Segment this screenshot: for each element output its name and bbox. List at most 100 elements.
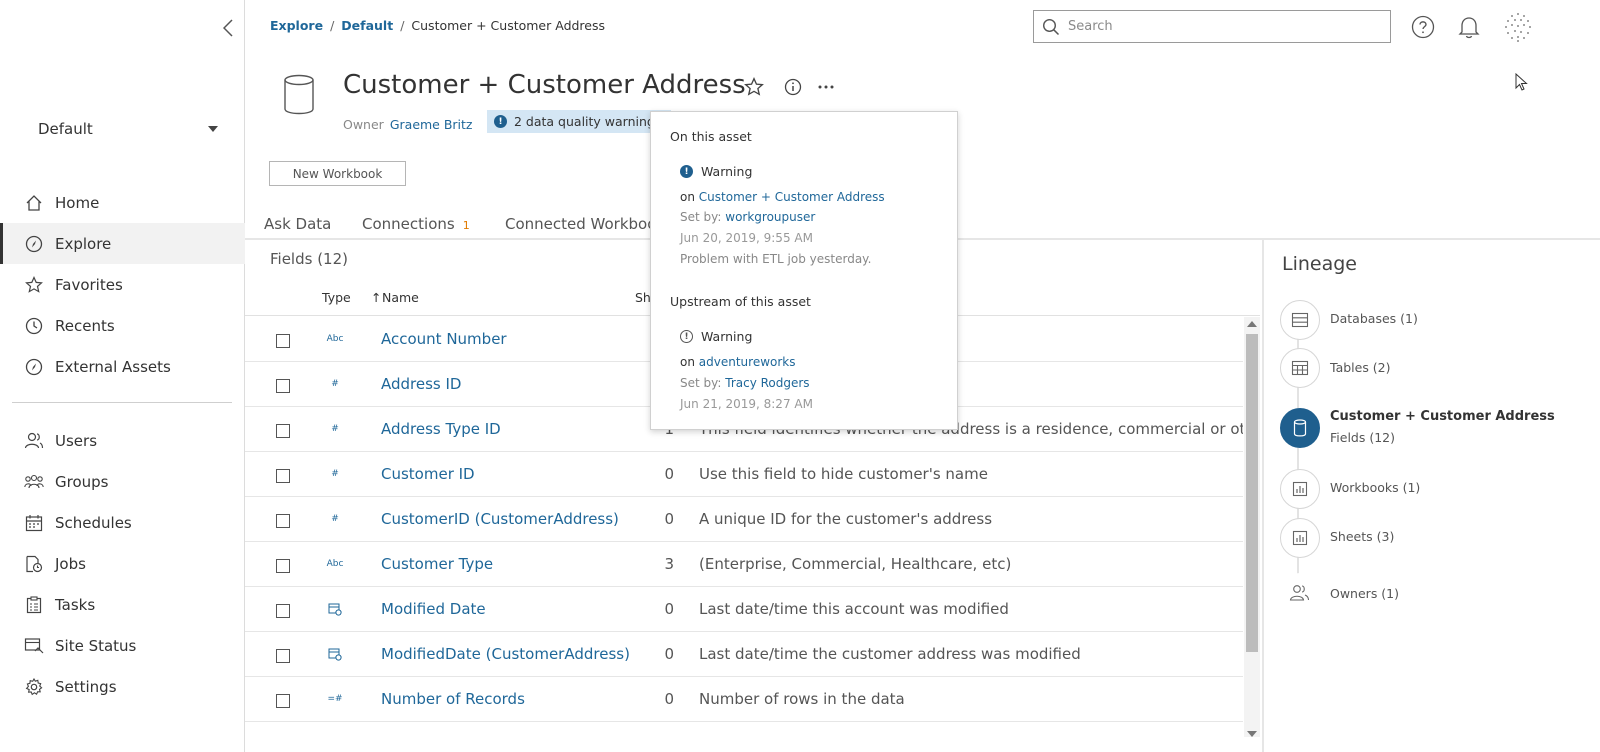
- popover-section-upstream: Upstream of this asset: [670, 294, 811, 309]
- nav-item-settings[interactable]: Settings: [0, 666, 245, 707]
- scroll-down-icon[interactable]: [1247, 731, 1257, 737]
- lineage-label-workbooks[interactable]: Workbooks (1): [1330, 480, 1420, 495]
- new-workbook-button[interactable]: New Workbook: [269, 161, 406, 186]
- nav-item-site-status[interactable]: Site Status: [0, 625, 245, 666]
- row-checkbox[interactable]: [276, 604, 290, 618]
- site-selector[interactable]: Default: [38, 117, 218, 141]
- lineage-node-workbooks[interactable]: [1280, 469, 1320, 509]
- popover-warning-2-setby: Set by: Tracy Rodgers: [680, 376, 810, 390]
- nav-item-recents[interactable]: Recents: [0, 305, 245, 346]
- compass-icon: [24, 234, 44, 254]
- field-name-link[interactable]: Number of Records: [381, 690, 525, 708]
- table-row[interactable]: =# Number of Records 0 Number of rows in th…: [245, 677, 1243, 722]
- help-button[interactable]: [1408, 12, 1438, 42]
- avatar-icon: [1505, 13, 1531, 42]
- tab-connected-workbooks[interactable]: Connected Workboo: [505, 215, 656, 233]
- lineage-label-tables[interactable]: Tables (2): [1330, 360, 1391, 375]
- field-description: Number of rows in the data: [699, 690, 905, 708]
- popover-warning-2-target-link[interactable]: adventureworks: [699, 355, 796, 369]
- nav-item-jobs[interactable]: Jobs: [0, 543, 245, 584]
- table-row[interactable]: # Customer ID 0 Use this field to hide cust…: [245, 452, 1243, 497]
- field-name-link[interactable]: Customer ID: [381, 465, 475, 483]
- field-name-link[interactable]: Customer Type: [381, 555, 493, 573]
- more-actions-button[interactable]: [815, 76, 837, 98]
- field-sheet-count: 0: [664, 465, 674, 483]
- data-quality-warning-badge[interactable]: ! 2 data quality warnings: [487, 110, 672, 133]
- field-name-link[interactable]: Address ID: [381, 375, 461, 393]
- popover-warning-1-target-link[interactable]: Customer + Customer Address: [699, 190, 885, 204]
- table-row[interactable]: Modified Date 0 Last date/time this accoun…: [245, 587, 1243, 632]
- nav-item-favorites[interactable]: Favorites: [0, 264, 245, 305]
- field-name-link[interactable]: ModifiedDate (CustomerAddress): [381, 645, 630, 663]
- field-name-link[interactable]: Address Type ID: [381, 420, 501, 438]
- field-sheet-count: 0: [664, 600, 674, 618]
- breadcrumb-explore[interactable]: Explore: [270, 18, 323, 33]
- datasource-icon: [284, 74, 314, 115]
- info-button[interactable]: [782, 76, 804, 98]
- row-checkbox[interactable]: [276, 694, 290, 708]
- nav-item-users-label: Users: [55, 431, 98, 450]
- tab-ask-data[interactable]: Ask Data: [264, 215, 331, 233]
- row-checkbox[interactable]: [276, 649, 290, 663]
- table-row[interactable]: Abc Customer Type 3 (Enterprise, Commercial…: [245, 542, 1243, 587]
- popover-warning-2-setby-link[interactable]: Tracy Rodgers: [725, 376, 809, 390]
- table-row[interactable]: # CustomerID (CustomerAddress) 0 A unique I…: [245, 497, 1243, 542]
- search-box[interactable]: [1033, 10, 1391, 43]
- lineage-node-sheets[interactable]: [1280, 518, 1320, 558]
- field-name-link[interactable]: Modified Date: [381, 600, 486, 618]
- row-checkbox[interactable]: [276, 424, 290, 438]
- lineage-label-owners[interactable]: Owners (1): [1330, 586, 1399, 601]
- collapse-sidebar-button[interactable]: [218, 14, 238, 42]
- page-title: Customer + Customer Address: [343, 70, 746, 100]
- nav-item-schedules[interactable]: Schedules: [0, 502, 245, 543]
- nav-item-recents-label: Recents: [55, 316, 115, 335]
- field-name-link[interactable]: CustomerID (CustomerAddress): [381, 510, 619, 528]
- column-header-name[interactable]: Name: [382, 290, 419, 305]
- row-checkbox[interactable]: [276, 379, 290, 393]
- row-checkbox[interactable]: [276, 514, 290, 528]
- lineage-node-datasource[interactable]: [1280, 408, 1320, 448]
- info-icon: [784, 78, 802, 96]
- table-row[interactable]: ModifiedDate (CustomerAddress) 0 Last date…: [245, 632, 1243, 677]
- mouse-cursor-icon: [1515, 73, 1528, 91]
- nav-item-jobs-label: Jobs: [55, 554, 86, 573]
- row-checkbox[interactable]: [276, 334, 290, 348]
- lineage-node-databases[interactable]: [1280, 300, 1320, 340]
- scroll-up-icon[interactable]: [1247, 321, 1257, 327]
- row-checkbox[interactable]: [276, 559, 290, 573]
- row-checkbox[interactable]: [276, 469, 290, 483]
- search-input[interactable]: [1068, 19, 1368, 34]
- lineage-node-owners[interactable]: [1280, 573, 1320, 613]
- field-type-icon: #: [331, 469, 339, 479]
- nav-item-external-assets[interactable]: External Assets: [0, 346, 245, 387]
- nav-item-groups[interactable]: Groups: [0, 461, 245, 502]
- scroll-thumb[interactable]: [1246, 334, 1258, 652]
- field-type-icon: #: [331, 514, 339, 524]
- owner-link[interactable]: Graeme Britz: [390, 117, 473, 132]
- home-icon: [24, 193, 44, 213]
- user-avatar[interactable]: [1501, 10, 1535, 44]
- lineage-label-databases[interactable]: Databases (1): [1330, 311, 1418, 326]
- nav-item-site-status-label: Site Status: [55, 636, 137, 655]
- popover-warning-2: ! Warning: [680, 329, 752, 344]
- breadcrumb-site[interactable]: Default: [341, 18, 393, 33]
- notifications-button[interactable]: [1454, 12, 1484, 42]
- site-selector-label: Default: [38, 120, 93, 138]
- lineage-label-sheets[interactable]: Sheets (3): [1330, 529, 1394, 544]
- field-name-link[interactable]: Account Number: [381, 330, 507, 348]
- popover-warning-1-setby: Set by: workgroupuser: [680, 210, 815, 224]
- popover-warning-1-setby-link[interactable]: workgroupuser: [725, 210, 815, 224]
- data-quality-popover: On this asset ! Warning on Customer + Cu…: [650, 111, 958, 430]
- nav-item-home[interactable]: Home: [0, 182, 245, 223]
- nav-item-explore[interactable]: Explore: [0, 223, 245, 264]
- nav-item-users[interactable]: Users: [0, 420, 245, 461]
- column-header-sheets[interactable]: Sh: [635, 290, 651, 305]
- lineage-label-datasource[interactable]: Customer + Customer Address: [1330, 409, 1555, 424]
- favorite-button[interactable]: [743, 76, 765, 98]
- lineage-node-tables[interactable]: [1280, 348, 1320, 388]
- popover-warning-1: ! Warning: [680, 164, 752, 179]
- fields-scrollbar[interactable]: [1244, 317, 1260, 737]
- nav-item-tasks[interactable]: Tasks: [0, 584, 245, 625]
- tab-connections[interactable]: Connections 1: [362, 215, 470, 233]
- column-header-type[interactable]: Type: [322, 290, 351, 305]
